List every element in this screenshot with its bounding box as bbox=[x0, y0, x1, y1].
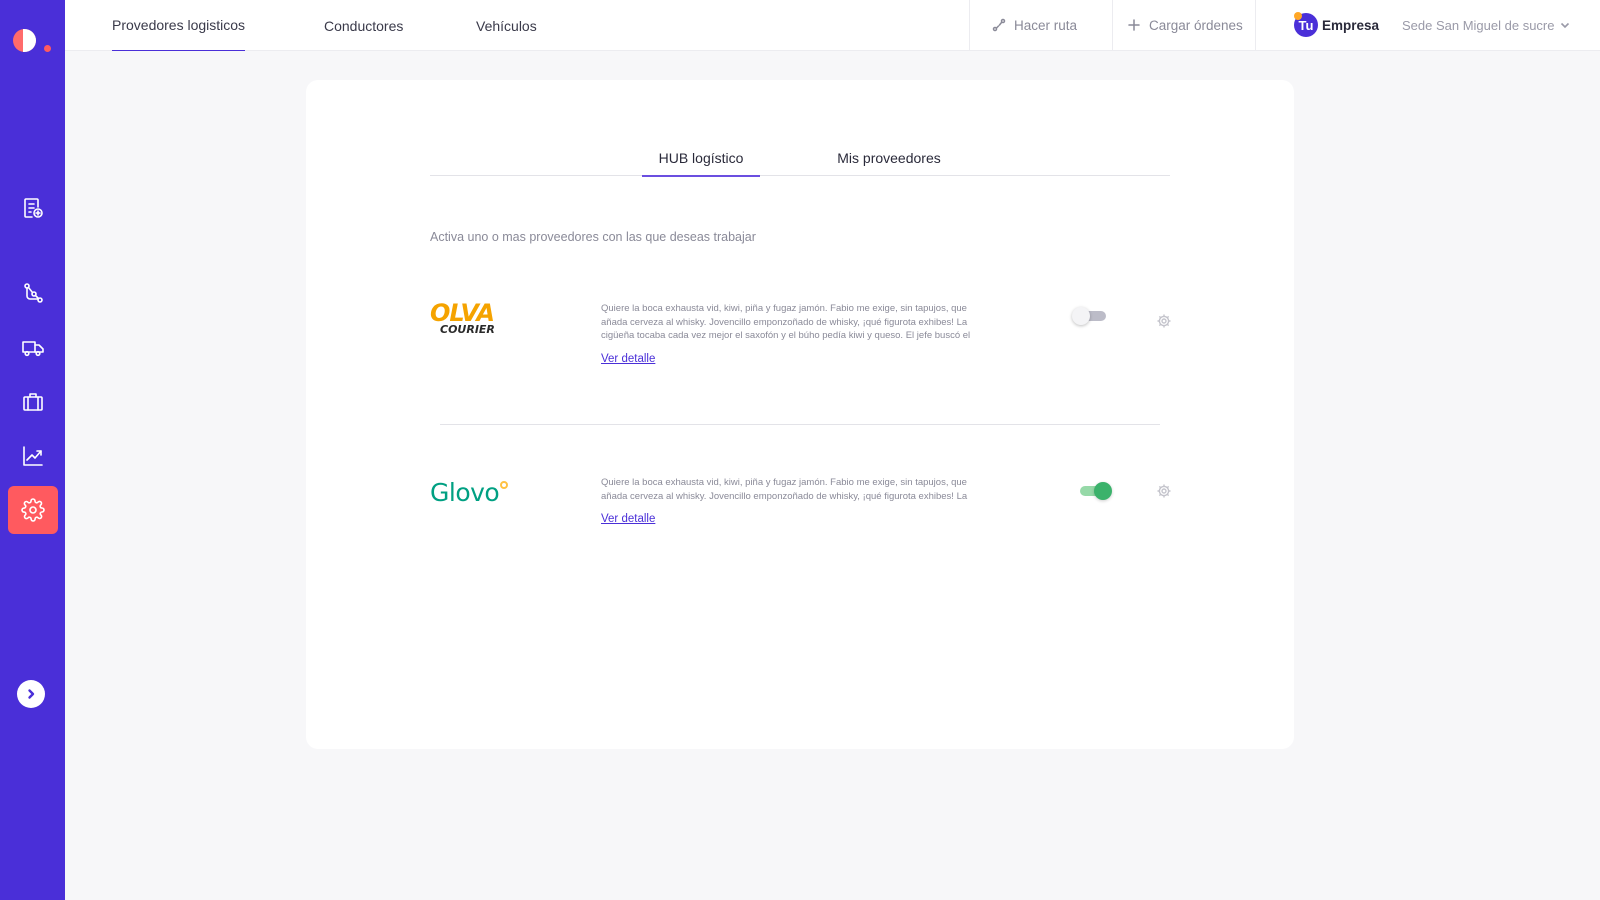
app-logo[interactable] bbox=[13, 28, 53, 54]
briefcase-icon bbox=[23, 393, 43, 411]
chevron-down-icon bbox=[1561, 22, 1570, 29]
notification-dot bbox=[1294, 12, 1302, 20]
subtab-hub-logistico[interactable]: HUB logístico bbox=[642, 140, 760, 177]
providers-card: HUB logístico Mis proveedores Activa uno… bbox=[306, 80, 1294, 749]
sidebar bbox=[0, 0, 65, 900]
intro-text: Activa uno o mas proveedores con las que… bbox=[430, 230, 756, 244]
provider-settings-gear-icon[interactable] bbox=[1156, 313, 1172, 329]
make-route-button[interactable]: Hacer ruta bbox=[969, 0, 1110, 50]
chevron-right-icon bbox=[28, 689, 35, 699]
branch-label: Sede San Miguel de sucre bbox=[1402, 17, 1555, 33]
sidebar-expand-button[interactable] bbox=[17, 680, 45, 708]
make-route-label: Hacer ruta bbox=[1014, 17, 1078, 33]
view-detail-link[interactable]: Ver detalle bbox=[601, 353, 655, 365]
provider-description: Quiere la boca exhausta vid, kiwi, piña … bbox=[601, 477, 968, 502]
gear-icon bbox=[21, 498, 45, 522]
load-orders-button[interactable]: Cargar órdenes bbox=[1112, 0, 1255, 50]
sidebar-item-routes[interactable] bbox=[8, 269, 58, 317]
subtab-mis-proveedores[interactable]: Mis proveedores bbox=[834, 140, 944, 176]
chart-line-icon bbox=[23, 446, 43, 466]
branch-dropdown[interactable]: Sede San Miguel de sucre bbox=[1402, 0, 1570, 50]
provider-divider bbox=[440, 424, 1160, 425]
provider-subtabs: HUB logístico Mis proveedores bbox=[430, 140, 1170, 177]
company-selector[interactable]: Tu Empresa bbox=[1255, 0, 1390, 50]
provider-description: Quiere la boca exhausta vid, kiwi, piña … bbox=[601, 303, 971, 341]
provider-enable-toggle[interactable] bbox=[1072, 307, 1108, 325]
load-orders-label: Cargar órdenes bbox=[1149, 17, 1243, 33]
plus-icon bbox=[1128, 19, 1140, 31]
sidebar-item-analytics[interactable] bbox=[8, 432, 58, 480]
top-header: Provedores logisticos Conductores Vehícu… bbox=[65, 0, 1600, 51]
sidebar-item-orders[interactable] bbox=[8, 184, 58, 232]
route-icon bbox=[24, 283, 43, 303]
tab-logistics-providers[interactable]: Provedores logisticos bbox=[112, 0, 246, 51]
truck-icon bbox=[22, 341, 44, 357]
sidebar-item-vehicles[interactable] bbox=[8, 324, 58, 372]
route-icon bbox=[992, 18, 1006, 32]
tab-drivers[interactable]: Conductores bbox=[324, 0, 403, 51]
provider-enable-toggle[interactable] bbox=[1076, 482, 1112, 500]
document-add-icon bbox=[24, 198, 43, 218]
provider-settings-gear-icon[interactable] bbox=[1156, 483, 1172, 499]
glovo-logo: Glovo bbox=[430, 478, 509, 507]
olva-courier-logo: OLVA COURIER bbox=[430, 299, 495, 336]
sidebar-item-settings[interactable] bbox=[8, 486, 58, 534]
tab-vehicles[interactable]: Vehículos bbox=[476, 0, 537, 51]
view-detail-link[interactable]: Ver detalle bbox=[601, 513, 655, 525]
location-pin-icon bbox=[500, 481, 509, 489]
company-name: Empresa bbox=[1322, 17, 1380, 33]
sidebar-item-providers[interactable] bbox=[8, 378, 58, 426]
